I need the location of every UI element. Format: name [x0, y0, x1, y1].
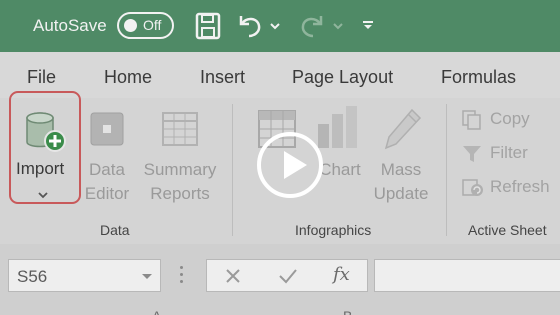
tab-formulas[interactable]: Formulas: [441, 67, 516, 88]
cancel-icon[interactable]: [225, 268, 241, 289]
save-icon[interactable]: [195, 12, 221, 40]
insert-function-button[interactable]: fx: [333, 264, 350, 285]
autosave-label: AutoSave: [33, 16, 107, 35]
summary-reports-line1: Summary: [143, 160, 217, 179]
formula-bar: S56 fx A B: [0, 244, 560, 315]
chart-button[interactable]: Chart: [318, 158, 362, 182]
group-label-data: Data: [100, 222, 130, 238]
redo-icon[interactable]: [298, 12, 326, 40]
undo-icon[interactable]: [236, 12, 264, 40]
name-box[interactable]: S56: [8, 259, 161, 292]
column-header-a[interactable]: A: [152, 308, 161, 315]
data-editor-line1: Data: [89, 160, 125, 179]
title-bar: AutoSave Off: [0, 0, 560, 52]
toggle-knob: [124, 19, 137, 32]
summary-reports-icon: [162, 112, 198, 151]
summary-reports-line2: Reports: [150, 184, 210, 203]
tab-page-layout[interactable]: Page Layout: [292, 67, 393, 88]
mass-update-line2: Update: [373, 184, 429, 203]
summary-reports-button[interactable]: Summary Reports: [140, 158, 220, 206]
toggle-state: Off: [143, 17, 162, 33]
mass-update-button[interactable]: Mass Update: [370, 158, 432, 206]
data-editor-icon: [90, 112, 124, 151]
play-button[interactable]: [257, 132, 323, 198]
data-editor-line2: Editor: [84, 184, 130, 203]
tab-file[interactable]: File: [27, 67, 56, 88]
dropdown-caret-icon[interactable]: [270, 22, 280, 30]
name-box-dropdown-icon[interactable]: [142, 274, 152, 279]
formula-input[interactable]: [374, 259, 560, 292]
copy-label: Copy: [490, 109, 530, 128]
filter-label: Filter: [490, 143, 528, 162]
refresh-icon: [462, 179, 483, 196]
pencil-icon: [382, 108, 422, 157]
group-divider: [232, 104, 233, 236]
formula-controls: fx: [206, 259, 368, 292]
group-label-active-sheet: Active Sheet: [468, 222, 547, 238]
copy-icon: [462, 110, 481, 130]
tab-home[interactable]: Home: [104, 67, 152, 88]
chart-icon: [316, 106, 360, 153]
ribbon-tabs: File Home Insert Page Layout Formulas: [0, 52, 560, 98]
refresh-label: Refresh: [490, 177, 550, 196]
data-editor-button[interactable]: Data Editor: [84, 158, 130, 206]
name-box-value: S56: [17, 267, 48, 286]
group-divider: [446, 104, 447, 236]
dropdown-caret-icon[interactable]: [333, 22, 343, 30]
import-button[interactable]: [9, 91, 81, 204]
enter-check-icon[interactable]: [279, 268, 297, 289]
mass-update-line1: Mass: [380, 160, 422, 179]
vertical-dots-icon[interactable]: [180, 266, 183, 287]
tab-insert[interactable]: Insert: [200, 67, 245, 88]
group-label-infographics: Infographics: [295, 222, 372, 238]
filter-icon: [463, 146, 481, 162]
autosave-toggle[interactable]: Off: [117, 12, 174, 39]
customize-toolbar-icon[interactable]: [362, 20, 374, 30]
column-header-b[interactable]: B: [343, 308, 352, 315]
play-icon: [284, 151, 307, 179]
